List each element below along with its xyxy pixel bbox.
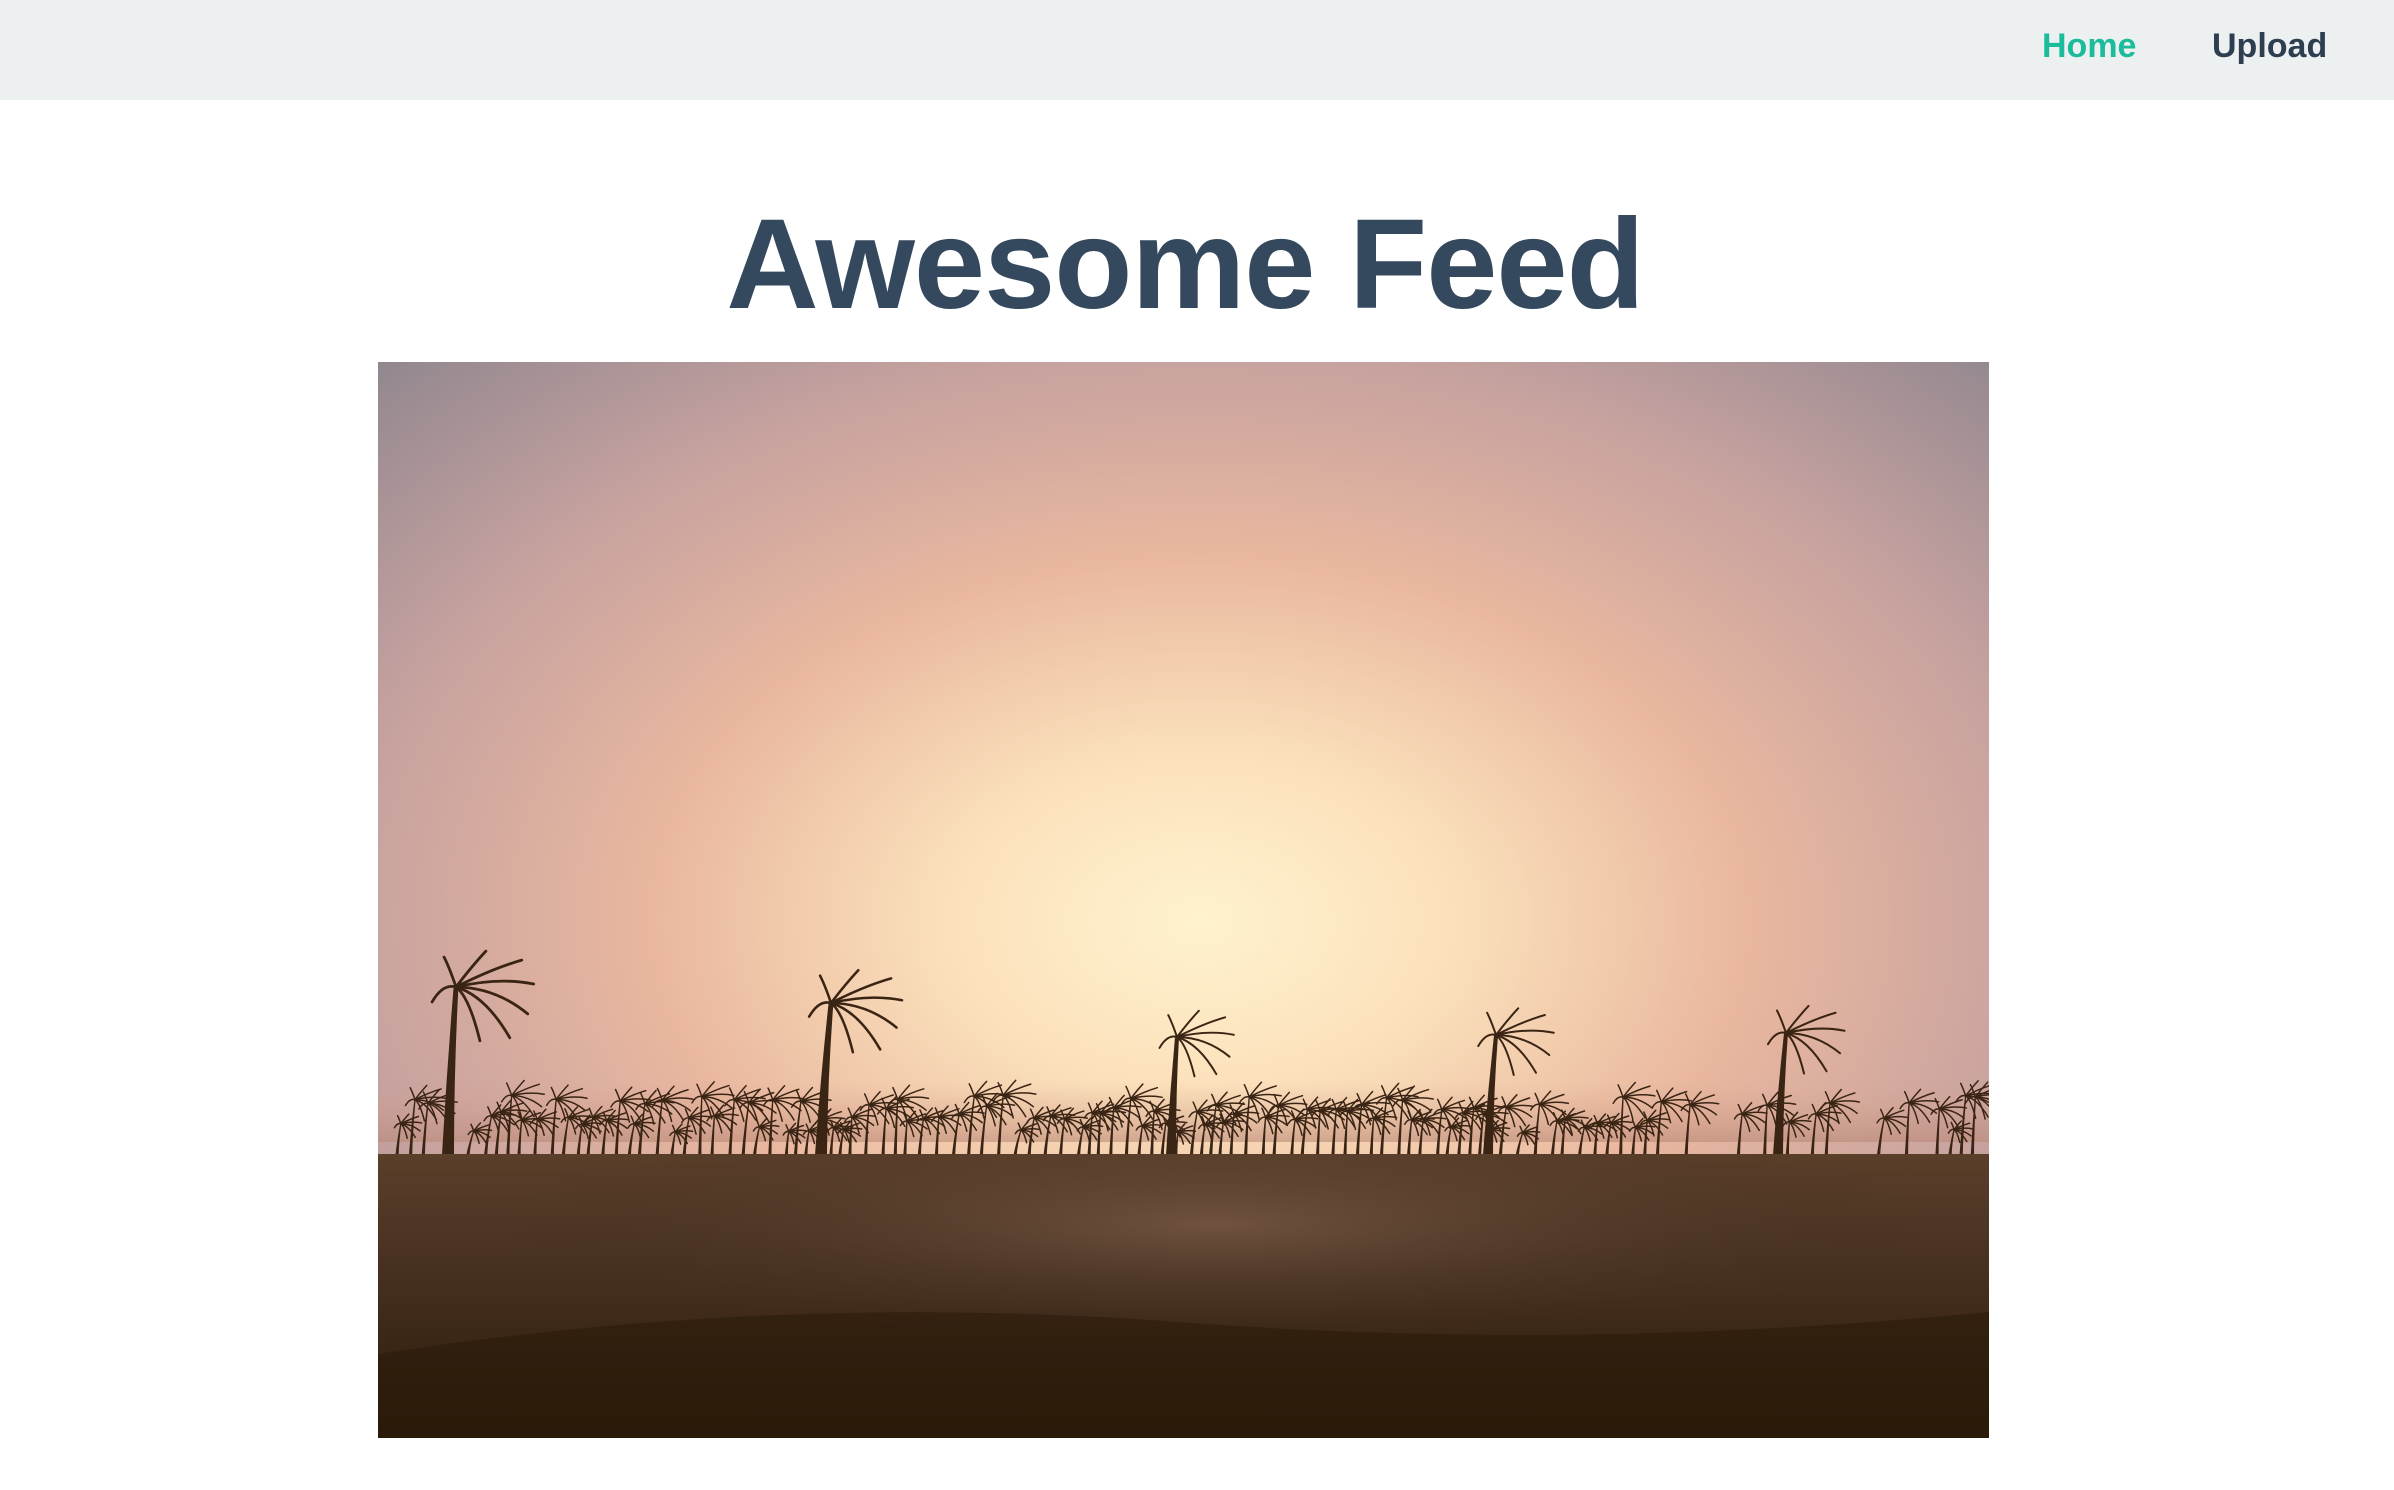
- page-title: Awesome Feed: [726, 193, 1645, 336]
- nav-home-link[interactable]: Home: [2042, 0, 2136, 92]
- top-navbar: Home Upload: [0, 0, 2394, 100]
- feed-post-image[interactable]: [378, 362, 1989, 1438]
- sunset-palm-trees-photo: [378, 362, 1989, 1438]
- nav-upload-link[interactable]: Upload: [2212, 0, 2327, 92]
